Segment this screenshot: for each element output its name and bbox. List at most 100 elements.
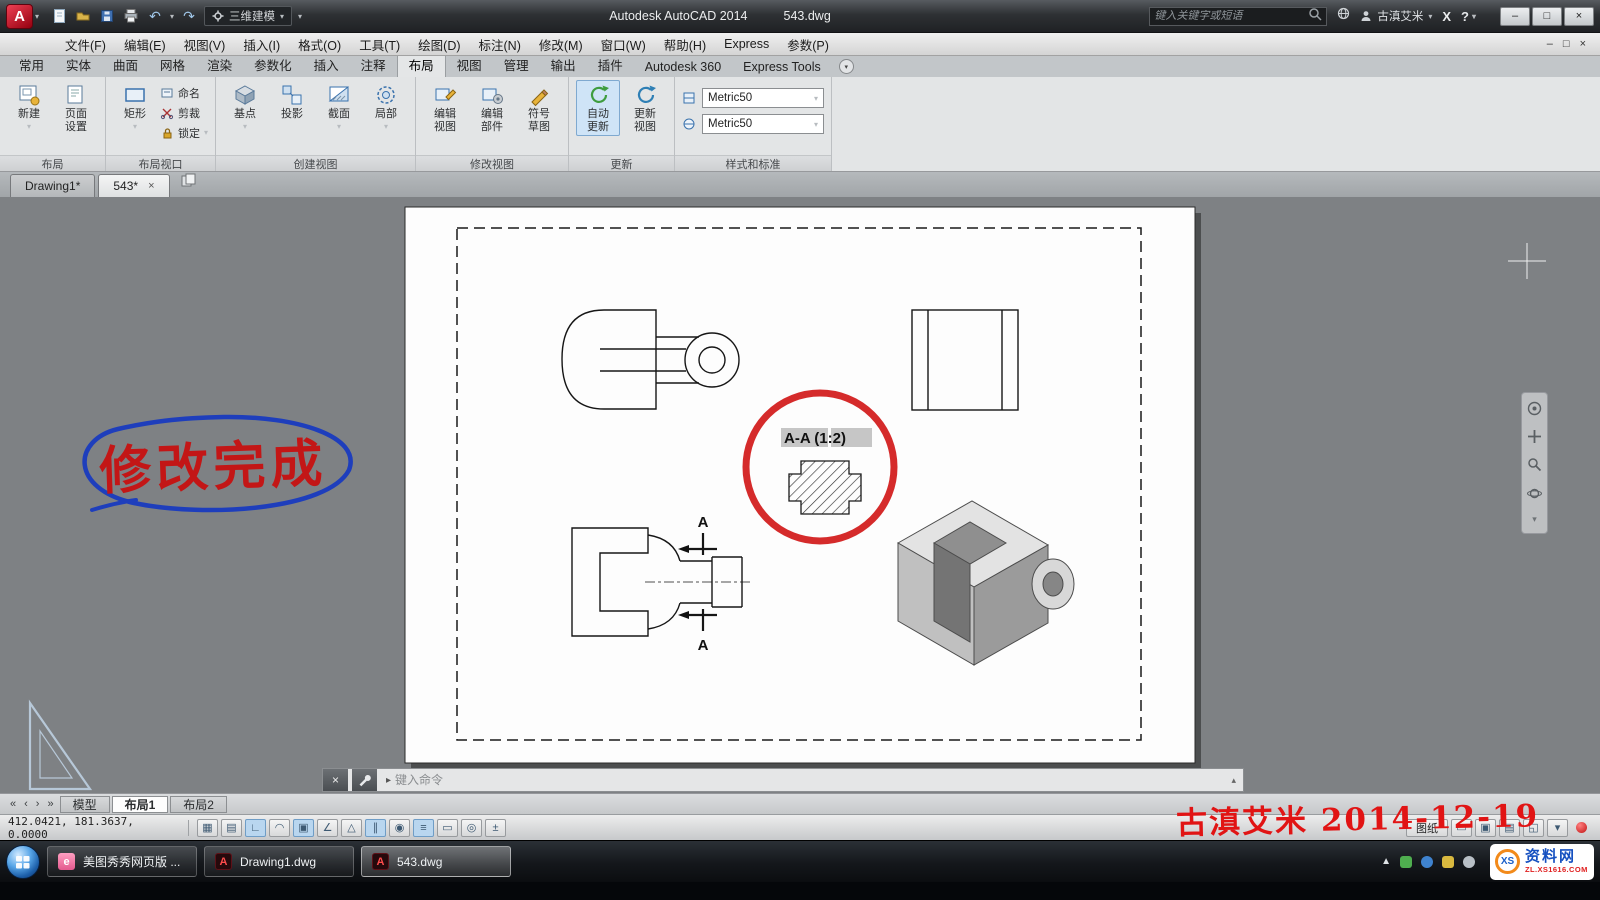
tray-network-icon[interactable]	[1421, 856, 1433, 868]
toggle-grid[interactable]: ∟	[245, 819, 266, 837]
maximize-button[interactable]: □	[1532, 7, 1562, 26]
toggle-quick-properties[interactable]: ±	[485, 819, 506, 837]
toggle-lineweight[interactable]: ▭	[437, 819, 458, 837]
command-customize-icon[interactable]	[352, 769, 377, 791]
menu-draw[interactable]: 绘图(D)	[409, 32, 469, 57]
layout-nav-next-icon[interactable]: ›	[32, 798, 44, 810]
menu-edit[interactable]: 编辑(E)	[115, 32, 175, 57]
auto-update-toggle[interactable]: 自动 更新	[576, 80, 620, 136]
panel-label-modify-view[interactable]: 修改视图	[416, 155, 568, 171]
new-drawing-tab-icon[interactable]	[180, 172, 198, 193]
tab-express-tools[interactable]: Express Tools	[732, 58, 832, 77]
panel-label-update[interactable]: 更新	[569, 155, 674, 171]
zoom-icon[interactable]	[1527, 457, 1542, 477]
page-setup-button[interactable]: 页面 设置	[54, 80, 98, 136]
tab-view[interactable]: 视图	[446, 53, 493, 77]
toggle-polar[interactable]: ▣	[293, 819, 314, 837]
projected-view-button[interactable]: 投影	[270, 80, 314, 124]
tray-antivirus-icon[interactable]	[1400, 856, 1412, 868]
taskbar-drawing1-button[interactable]: A Drawing1.dwg	[204, 846, 354, 877]
toggle-otrack[interactable]: ∥	[365, 819, 386, 837]
menu-format[interactable]: 格式(O)	[289, 32, 350, 57]
tab-manage[interactable]: 管理	[493, 53, 540, 77]
panel-label-layout[interactable]: 布局	[0, 155, 105, 171]
new-file-icon[interactable]	[50, 7, 68, 25]
clip-viewport-button[interactable]: 剪裁	[160, 104, 208, 121]
panel-label-create-view[interactable]: 创建视图	[216, 155, 415, 171]
toggle-dynamic-ucs[interactable]: ◉	[389, 819, 410, 837]
tab-insert[interactable]: 插入	[303, 53, 350, 77]
navigation-bar[interactable]: ▾	[1521, 392, 1548, 534]
layout-nav-last-icon[interactable]: »	[43, 798, 57, 810]
panel-label-styles[interactable]: 样式和标准	[675, 155, 831, 171]
menu-dimension[interactable]: 标注(N)	[470, 32, 530, 57]
command-history-caret[interactable]: ▴	[1231, 775, 1236, 786]
doc-restore-icon[interactable]: □	[1563, 38, 1570, 50]
status-menu-caret[interactable]: ▾	[1547, 819, 1568, 837]
help-button[interactable]: ? ▾	[1461, 9, 1476, 24]
undo-icon[interactable]: ↶	[146, 7, 164, 25]
toggle-snap[interactable]: ▤	[221, 819, 242, 837]
workspace-switcher[interactable]: 三维建模 ▾	[204, 6, 292, 26]
doc-minimize-icon[interactable]: –	[1547, 38, 1553, 50]
steering-wheel-icon[interactable]	[1527, 401, 1542, 421]
tray-update-icon[interactable]	[1442, 856, 1454, 868]
menu-modify[interactable]: 修改(M)	[530, 32, 592, 57]
menu-window[interactable]: 窗口(W)	[592, 32, 655, 57]
command-line-bar[interactable]: × ▸ ▴	[322, 768, 1244, 792]
named-viewport-button[interactable]: 命名	[160, 84, 208, 101]
help-search-box[interactable]	[1149, 7, 1327, 26]
ribbon-minimize-button[interactable]: ▾	[839, 59, 854, 74]
tab-mesh[interactable]: 网格	[149, 53, 196, 77]
close-button[interactable]: ×	[1564, 7, 1594, 26]
undo-caret-icon[interactable]: ▾	[170, 12, 174, 21]
command-input[interactable]	[395, 773, 1227, 787]
toggle-infer-constraints[interactable]: ▦	[197, 819, 218, 837]
tab-surface[interactable]: 曲面	[102, 53, 149, 77]
update-view-button[interactable]: 更新 视图	[623, 80, 667, 136]
start-button[interactable]	[6, 845, 40, 879]
toggle-osnap[interactable]: ∠	[317, 819, 338, 837]
new-layout-button[interactable]: 新建 ▾	[7, 80, 51, 134]
view-style-select[interactable]: Metric50 ▾	[702, 88, 824, 108]
tray-volume-icon[interactable]	[1463, 856, 1475, 868]
menu-view[interactable]: 视图(V)	[175, 32, 235, 57]
taskbar-meitu-button[interactable]: e 美图秀秀网页版 ...	[47, 846, 197, 877]
taskbar-543-button[interactable]: A 543.dwg	[361, 846, 511, 877]
doc-close-icon[interactable]: ×	[1580, 38, 1586, 50]
menu-parameters[interactable]: 参数(P)	[778, 32, 838, 57]
save-icon[interactable]	[98, 7, 116, 25]
menu-express[interactable]: Express	[715, 34, 778, 54]
detail-view-button[interactable]: 局部 ▾	[364, 80, 408, 134]
search-input[interactable]	[1154, 10, 1308, 22]
toggle-3d-osnap[interactable]: △	[341, 819, 362, 837]
section-view-button[interactable]: 截面 ▾	[317, 80, 361, 134]
tab-layout1[interactable]: 布局1	[112, 796, 169, 813]
pan-icon[interactable]	[1527, 429, 1542, 449]
tray-expand-icon[interactable]: ▲	[1381, 856, 1391, 867]
qat-customize-caret-icon[interactable]: ▾	[298, 12, 302, 21]
tab-parametric[interactable]: 参数化	[243, 53, 303, 77]
tab-plugins[interactable]: 插件	[587, 53, 634, 77]
orbit-icon[interactable]	[1527, 486, 1542, 506]
menu-insert[interactable]: 插入(I)	[234, 32, 289, 57]
navbar-caret-icon[interactable]: ▾	[1532, 514, 1537, 525]
layout-nav-prev-icon[interactable]: ‹	[20, 798, 32, 810]
tab-layout2[interactable]: 布局2	[170, 796, 227, 813]
paperspace-view[interactable]: A A A-A (1:2)	[0, 197, 1600, 793]
edit-components-button[interactable]: 编辑 部件	[470, 80, 514, 136]
symbol-sketch-button[interactable]: 符号 草图	[517, 80, 561, 136]
base-view-button[interactable]: 基点 ▾	[223, 80, 267, 134]
file-tab-543[interactable]: 543* ×	[98, 174, 169, 197]
tab-output[interactable]: 输出	[540, 53, 587, 77]
application-menu-button[interactable]: A ▾	[6, 4, 39, 29]
tab-model-space[interactable]: 模型	[60, 796, 110, 813]
minimize-button[interactable]: –	[1500, 7, 1530, 26]
drawing-area[interactable]: A A A-A (1:2)	[0, 197, 1600, 793]
search-icon[interactable]	[1308, 7, 1322, 26]
annotation-monitor-icon[interactable]	[1576, 822, 1587, 833]
menu-file[interactable]: 文件(F)	[56, 32, 115, 57]
tab-solid[interactable]: 实体	[55, 53, 102, 77]
coordinates-display[interactable]: 412.0421, 181.3637, 0.0000	[8, 815, 180, 841]
toggle-dynamic-input[interactable]: ≡	[413, 819, 434, 837]
